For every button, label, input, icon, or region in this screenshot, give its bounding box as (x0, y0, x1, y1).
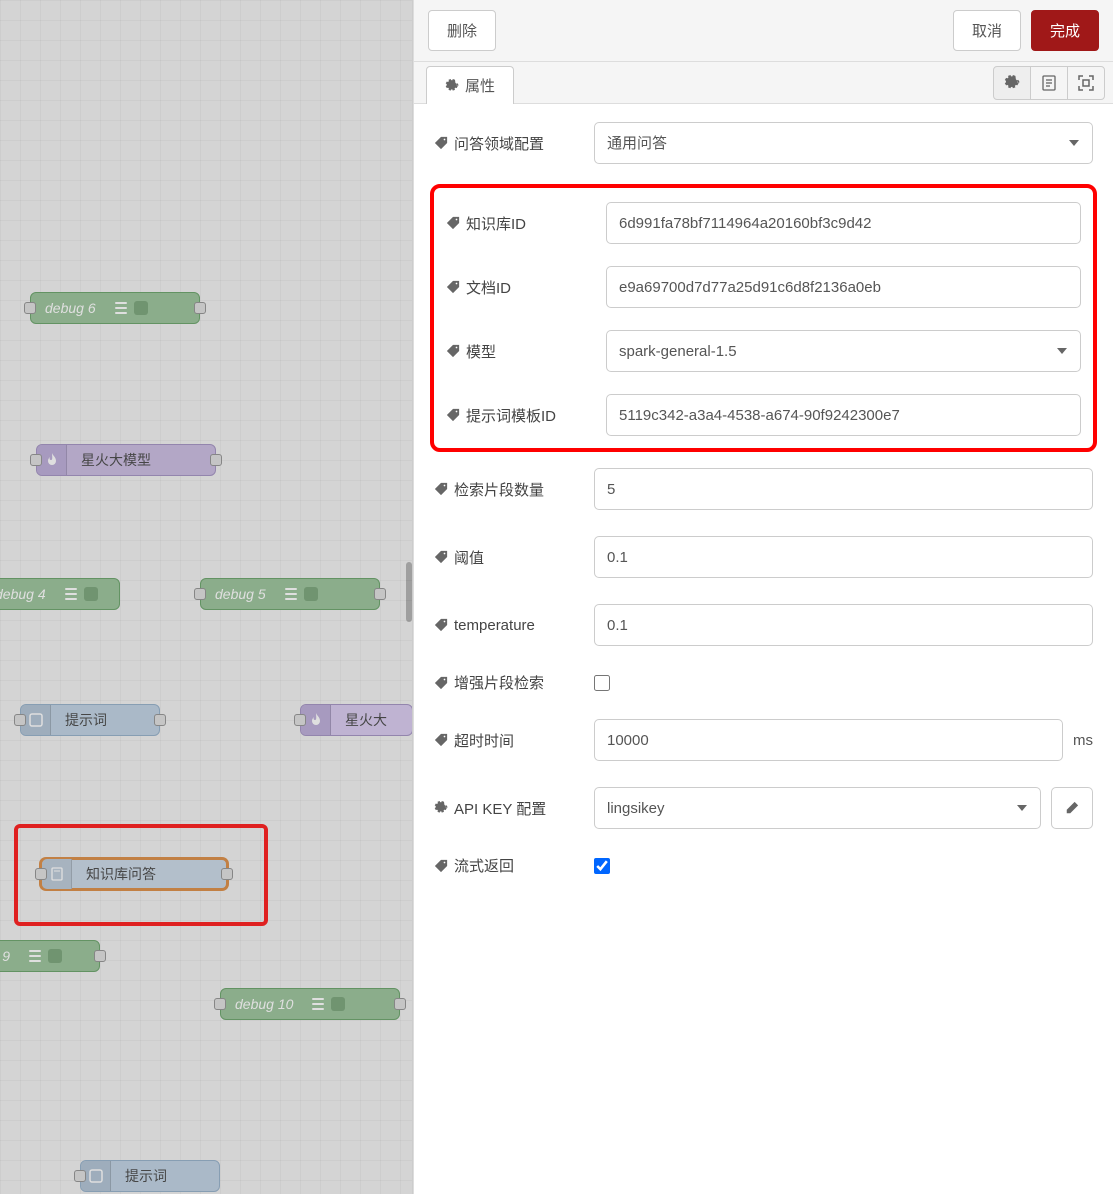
field-threshold: 阈值 (434, 536, 1093, 578)
field-label: 提示词模板ID (466, 405, 556, 426)
apikey-select[interactable]: lingsikey (594, 787, 1041, 829)
panel-tabs: 属性 (414, 62, 1113, 104)
timeout-input[interactable] (594, 719, 1063, 761)
field-domain-config: 问答领域配置 通用问答 (434, 122, 1093, 164)
tag-icon (434, 618, 448, 632)
tag-icon (434, 859, 448, 873)
model-select[interactable]: spark-general-1.5 (606, 330, 1081, 372)
field-label: 模型 (466, 341, 496, 362)
field-kb-id: 知识库ID (446, 202, 1081, 244)
field-label: 文档ID (466, 277, 511, 298)
flow-canvas: debug 6 星火大模型 debug 4 debug 5 提示词 星火大 (0, 0, 413, 1194)
delete-button[interactable]: 删除 (428, 10, 496, 51)
canvas-dim-overlay (0, 0, 412, 1194)
done-button[interactable]: 完成 (1031, 10, 1099, 51)
focus-icon-button[interactable] (1067, 66, 1105, 100)
domain-select[interactable]: 通用问答 (594, 122, 1093, 164)
enhance-checkbox[interactable] (594, 675, 610, 691)
field-model: 模型 spark-general-1.5 (446, 330, 1081, 372)
field-apikey: API KEY 配置 lingsikey (434, 787, 1093, 829)
field-label: 超时时间 (454, 730, 514, 751)
field-label: 检索片段数量 (454, 479, 544, 500)
field-segments: 检索片段数量 (434, 468, 1093, 510)
tag-icon (434, 136, 448, 150)
field-label: 阈值 (454, 547, 484, 568)
tag-icon (446, 280, 460, 294)
field-stream: 流式返回 (434, 855, 1093, 876)
tag-icon (434, 676, 448, 690)
tag-icon (434, 733, 448, 747)
stream-checkbox[interactable] (594, 858, 610, 874)
doc-icon-button[interactable] (1030, 66, 1068, 100)
threshold-input[interactable] (594, 536, 1093, 578)
tab-properties[interactable]: 属性 (426, 66, 514, 104)
field-timeout: 超时时间 ms (434, 719, 1093, 761)
gear-icon (434, 801, 448, 815)
segments-input[interactable] (594, 468, 1093, 510)
field-label: 增强片段检索 (454, 672, 544, 693)
field-doc-id: 文档ID (446, 266, 1081, 308)
tag-icon (446, 408, 460, 422)
tag-icon (434, 482, 448, 496)
apikey-edit-button[interactable] (1051, 787, 1093, 829)
field-label: temperature (454, 617, 535, 634)
field-temperature: temperature (434, 604, 1093, 646)
panel-toolbar: 删除 取消 完成 (414, 0, 1113, 62)
field-label: 流式返回 (454, 855, 514, 876)
field-label: API KEY 配置 (454, 798, 546, 819)
doc-id-input[interactable] (606, 266, 1081, 308)
scrollbar-thumb[interactable] (406, 562, 412, 622)
panel-body: 问答领域配置 通用问答 知识库ID 文档ID 模型 spark-general-… (414, 104, 1113, 1194)
properties-panel: 删除 取消 完成 属性 问答领域配置 通用问答 知识库ID 文档ID (413, 0, 1113, 1194)
temperature-input[interactable] (594, 604, 1093, 646)
field-enhance: 增强片段检索 (434, 672, 1093, 693)
pencil-icon (1065, 801, 1079, 815)
kb-id-input[interactable] (606, 202, 1081, 244)
cancel-button[interactable]: 取消 (953, 10, 1021, 51)
tab-action-icons (994, 66, 1105, 100)
tag-icon (434, 550, 448, 564)
template-id-input[interactable] (606, 394, 1081, 436)
tag-icon (446, 216, 460, 230)
highlight-box-fields: 知识库ID 文档ID 模型 spark-general-1.5 提示词模板ID (430, 184, 1097, 452)
tab-label: 属性 (465, 75, 495, 96)
field-label: 问答领域配置 (454, 133, 544, 154)
field-template-id: 提示词模板ID (446, 394, 1081, 436)
field-label: 知识库ID (466, 213, 526, 234)
gear-icon (445, 79, 459, 93)
tag-icon (446, 344, 460, 358)
timeout-suffix: ms (1073, 732, 1093, 749)
settings-icon-button[interactable] (993, 66, 1031, 100)
